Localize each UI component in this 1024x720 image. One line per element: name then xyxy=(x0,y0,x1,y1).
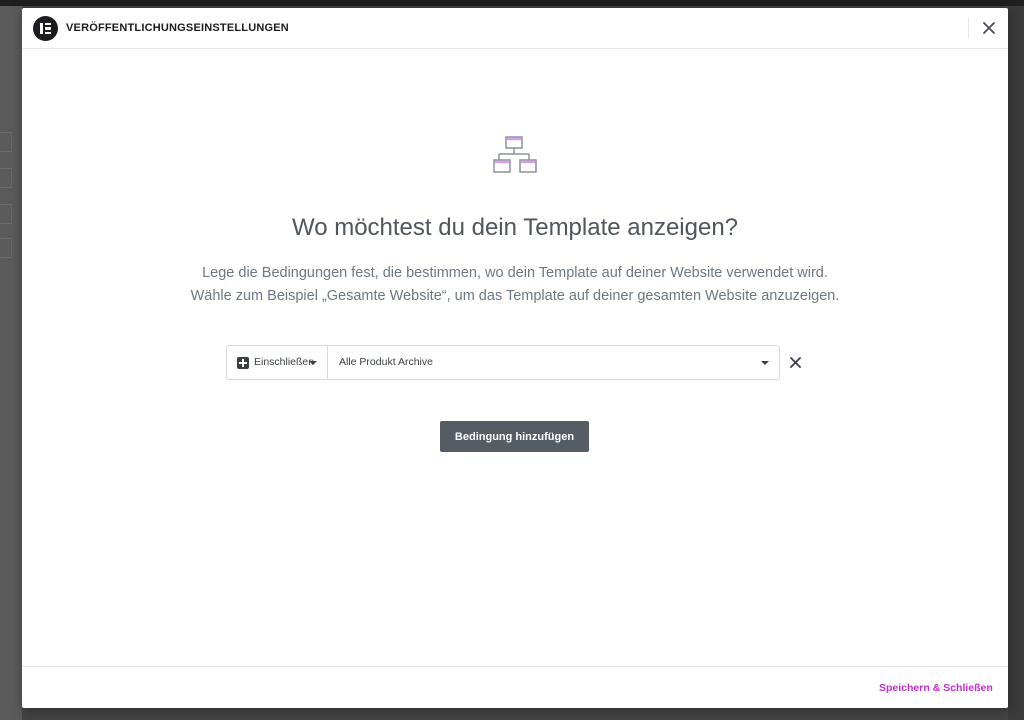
description-line: Lege die Bedingungen fest, die bestimmen… xyxy=(202,265,828,281)
remove-x-icon xyxy=(789,356,801,368)
condition-type-select[interactable]: Einschließen xyxy=(227,346,328,379)
caret-down-icon xyxy=(761,361,769,365)
modal-header: VERÖFFENTLICHUNGSEINSTELLUNGEN xyxy=(22,8,1008,49)
save-close-button[interactable]: Speichern & Schließen xyxy=(879,682,993,694)
description: Lege die Bedingungen fest, die bestimmen… xyxy=(22,262,1008,308)
description-line: Wähle zum Beispiel „Gesamte Website“, um… xyxy=(190,288,840,304)
modal-footer: Speichern & Schließen xyxy=(22,666,1008,708)
condition-row: Einschließen Alle Produkt Archive xyxy=(226,345,780,380)
condition-value-label: Alle Produkt Archive xyxy=(339,356,433,368)
sitemap-icon xyxy=(493,136,537,173)
editor-topbar xyxy=(0,0,1024,6)
page-heading: Wo möchtest du dein Template anzeigen? xyxy=(291,214,739,241)
editor-left-panel xyxy=(0,6,22,720)
header-divider xyxy=(968,18,969,38)
condition-type-label: Einschließen xyxy=(254,356,315,368)
close-icon xyxy=(983,22,995,34)
close-button[interactable] xyxy=(979,18,999,38)
remove-condition-button[interactable] xyxy=(786,353,804,371)
panel-row xyxy=(0,168,12,188)
plus-square-icon xyxy=(237,357,249,369)
modal-title: VERÖFFENTLICHUNGSEINSTELLUNGEN xyxy=(66,22,289,34)
panel-row xyxy=(0,132,12,152)
condition-value-select[interactable]: Alle Produkt Archive xyxy=(328,346,779,379)
caret-down-icon xyxy=(309,361,317,365)
panel-row xyxy=(0,204,12,224)
add-condition-button[interactable]: Bedingung hinzufügen xyxy=(440,421,589,452)
editor-right-strip xyxy=(1008,6,1024,720)
publish-settings-modal: VERÖFFENTLICHUNGSEINSTELLUNGEN Wo möchte… xyxy=(22,8,1008,708)
elementor-logo-icon xyxy=(33,16,58,41)
panel-row xyxy=(0,238,12,258)
